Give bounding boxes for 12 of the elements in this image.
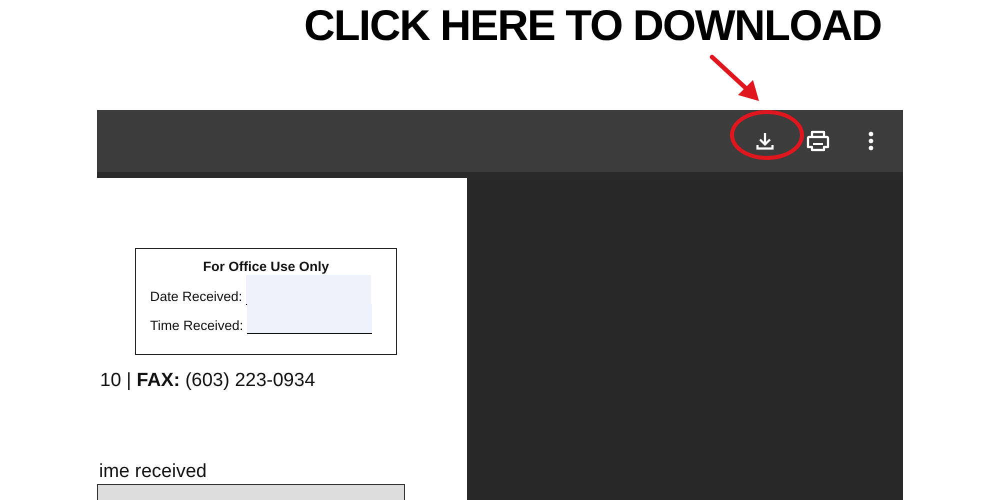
more-icon — [868, 131, 874, 151]
box-title: For Office Use Only — [202, 258, 330, 276]
headline: CLICK HERE TO DOWNLOAD — [304, 1, 882, 52]
printer-icon — [806, 130, 830, 152]
contact-line: 10 | FAX: (603) 223-0934 — [100, 369, 316, 393]
field-label: Date Received: — [150, 289, 242, 305]
arrow — [710, 54, 759, 101]
download-icon — [754, 130, 776, 152]
input-field[interactable] — [246, 275, 372, 305]
section-label: ime received — [99, 461, 208, 483]
input-field[interactable] — [247, 304, 372, 334]
field-label: Time Received: — [150, 318, 244, 334]
